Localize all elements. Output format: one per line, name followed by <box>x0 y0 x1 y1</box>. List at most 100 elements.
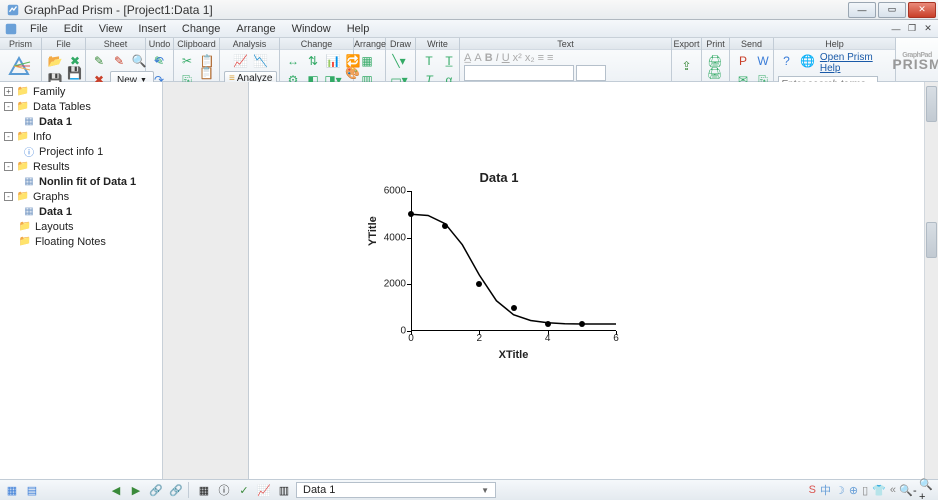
nav-first[interactable]: ◀ <box>108 482 124 498</box>
tray-icon-2[interactable]: 中 <box>820 482 831 498</box>
sheet-tool2[interactable]: ✎ <box>110 52 128 70</box>
undo-icon[interactable]: ↶ <box>150 52 168 70</box>
ribbon-label-text: Text <box>460 38 671 50</box>
help-globe-icon[interactable]: 🌐 <box>799 52 816 70</box>
expand-icon[interactable]: - <box>4 162 13 171</box>
cut-icon[interactable]: ✂ <box>178 52 196 70</box>
sheet-type-info[interactable]: ⓘ <box>216 482 232 498</box>
size-select[interactable] <box>576 65 606 81</box>
tree-item[interactable]: 📁Floating Notes <box>0 234 162 249</box>
menu-view[interactable]: View <box>91 22 131 36</box>
tray-icon-6[interactable]: 👕 <box>872 484 886 497</box>
tree-item[interactable]: ▦Data 1 <box>0 204 162 219</box>
tray-icon-4[interactable]: ⊕ <box>849 484 858 497</box>
view-mode-2[interactable]: ▤ <box>24 482 40 498</box>
tree-item[interactable]: ▦Data 1 <box>0 114 162 129</box>
data-point[interactable] <box>545 321 551 327</box>
expand-icon[interactable]: + <box>4 87 13 96</box>
view-mode-1[interactable]: ▦ <box>4 482 20 498</box>
tree-label: Project info 1 <box>39 146 103 158</box>
maximize-button[interactable]: ▭ <box>878 2 906 18</box>
send-ppt[interactable]: P <box>734 52 752 70</box>
ribbon-label-write: Write <box>416 38 459 50</box>
vertical-scrollbar[interactable] <box>924 82 938 479</box>
nav-link2[interactable]: 🔗 <box>168 482 184 498</box>
sheet-type-data[interactable]: ▦ <box>196 482 212 498</box>
tree-item[interactable]: +📁Family <box>0 84 162 99</box>
zoom-in[interactable]: 🔍+ <box>918 482 934 498</box>
help-q-icon[interactable]: ? <box>778 52 795 70</box>
tree-item[interactable]: -📁Data Tables <box>0 99 162 114</box>
export-button[interactable]: ⇪ <box>676 52 697 80</box>
mdi-close[interactable]: ✕ <box>920 22 936 36</box>
nav-link1[interactable]: 🔗 <box>148 482 164 498</box>
mdi-minimize[interactable]: — <box>888 22 904 36</box>
zoom-out[interactable]: 🔍- <box>900 482 916 498</box>
graph-canvas[interactable]: Data 1 02000400060000246 YTitle XTitle <box>249 82 924 479</box>
chart-title[interactable]: Data 1 <box>369 170 629 185</box>
menu-window[interactable]: Window <box>284 22 339 36</box>
sheet-type-results[interactable]: ✓ <box>236 482 252 498</box>
tray-icon-3[interactable]: ☽ <box>835 484 845 497</box>
menu-help[interactable]: Help <box>339 22 378 36</box>
sheet-tool1[interactable]: ✎ <box>90 52 108 70</box>
open-icon[interactable]: 📂 <box>46 52 64 70</box>
menu-edit[interactable]: Edit <box>56 22 91 36</box>
mdi-restore[interactable]: ❐ <box>904 22 920 36</box>
analysis-tool1[interactable]: 📈 <box>232 52 250 70</box>
data-point[interactable] <box>476 281 482 287</box>
menu-insert[interactable]: Insert <box>130 22 174 36</box>
folder-icon: 📁 <box>16 161 30 173</box>
scroll-thumb-mid[interactable] <box>926 222 937 258</box>
tree-item[interactable]: ⓘProject info 1 <box>0 144 162 159</box>
change-1[interactable]: ↔ <box>284 52 302 70</box>
nav-next[interactable]: ▶ <box>128 482 144 498</box>
tree-label: Nonlin fit of Data 1 <box>39 176 136 188</box>
change-3[interactable]: 📊 <box>324 52 342 70</box>
expand-icon[interactable]: - <box>4 102 13 111</box>
tree-item[interactable]: -📁Info <box>0 129 162 144</box>
tray-icon-5[interactable]: ▯ <box>862 484 868 497</box>
plot-area[interactable]: 02000400060000246 <box>411 191 616 331</box>
folder-icon: 📁 <box>18 221 32 233</box>
split-gutter[interactable] <box>163 82 249 479</box>
scroll-thumb-top[interactable] <box>926 86 937 122</box>
change-2[interactable]: ⇅ <box>304 52 322 70</box>
expand-icon[interactable]: - <box>4 132 13 141</box>
write-t1[interactable]: T <box>420 52 438 70</box>
folder-icon: 📁 <box>16 131 30 143</box>
tree-item[interactable]: ▦Nonlin fit of Data 1 <box>0 174 162 189</box>
sheet-selector[interactable]: Data 1▼ <box>296 482 496 498</box>
tree-item[interactable]: 📁Layouts <box>0 219 162 234</box>
sheet-type-graph[interactable]: 📈 <box>256 482 272 498</box>
data-point[interactable] <box>511 305 517 311</box>
data-point[interactable] <box>579 321 585 327</box>
analysis-tool2[interactable]: 📉 <box>252 52 270 70</box>
minimize-button[interactable]: — <box>848 2 876 18</box>
window-title: GraphPad Prism - [Project1:Data 1] <box>24 3 848 17</box>
write-t2[interactable]: T̲ <box>440 52 458 70</box>
prism-button[interactable] <box>4 52 34 80</box>
send-word[interactable]: W <box>754 52 772 70</box>
font-select[interactable] <box>464 65 574 81</box>
tree-item[interactable]: -📁Graphs <box>0 189 162 204</box>
close-button[interactable]: ✕ <box>908 2 936 18</box>
tray-icon-7[interactable]: « <box>890 484 896 496</box>
menu-file[interactable]: File <box>22 22 56 36</box>
menubar: File Edit View Insert Change Arrange Win… <box>0 20 938 38</box>
menu-change[interactable]: Change <box>174 22 229 36</box>
tree-item[interactable]: -📁Results <box>0 159 162 174</box>
menu-arrange[interactable]: Arrange <box>228 22 283 36</box>
arrange-1[interactable]: ▦ <box>358 52 376 70</box>
ribbon-label-arrange: Arrange <box>354 38 385 50</box>
sheet-type-layout[interactable]: ▥ <box>276 482 292 498</box>
expand-icon[interactable]: - <box>4 192 13 201</box>
help-link[interactable]: Open Prism Help <box>820 52 891 74</box>
draw-line[interactable]: ╲▾ <box>390 52 408 70</box>
data-point[interactable] <box>442 223 448 229</box>
x-axis-label[interactable]: XTitle <box>411 349 616 361</box>
tree-label: Data 1 <box>39 206 72 218</box>
y-axis-label[interactable]: YTitle <box>367 216 379 246</box>
tray-icon-1[interactable]: S <box>809 484 816 496</box>
data-point[interactable] <box>408 211 414 217</box>
